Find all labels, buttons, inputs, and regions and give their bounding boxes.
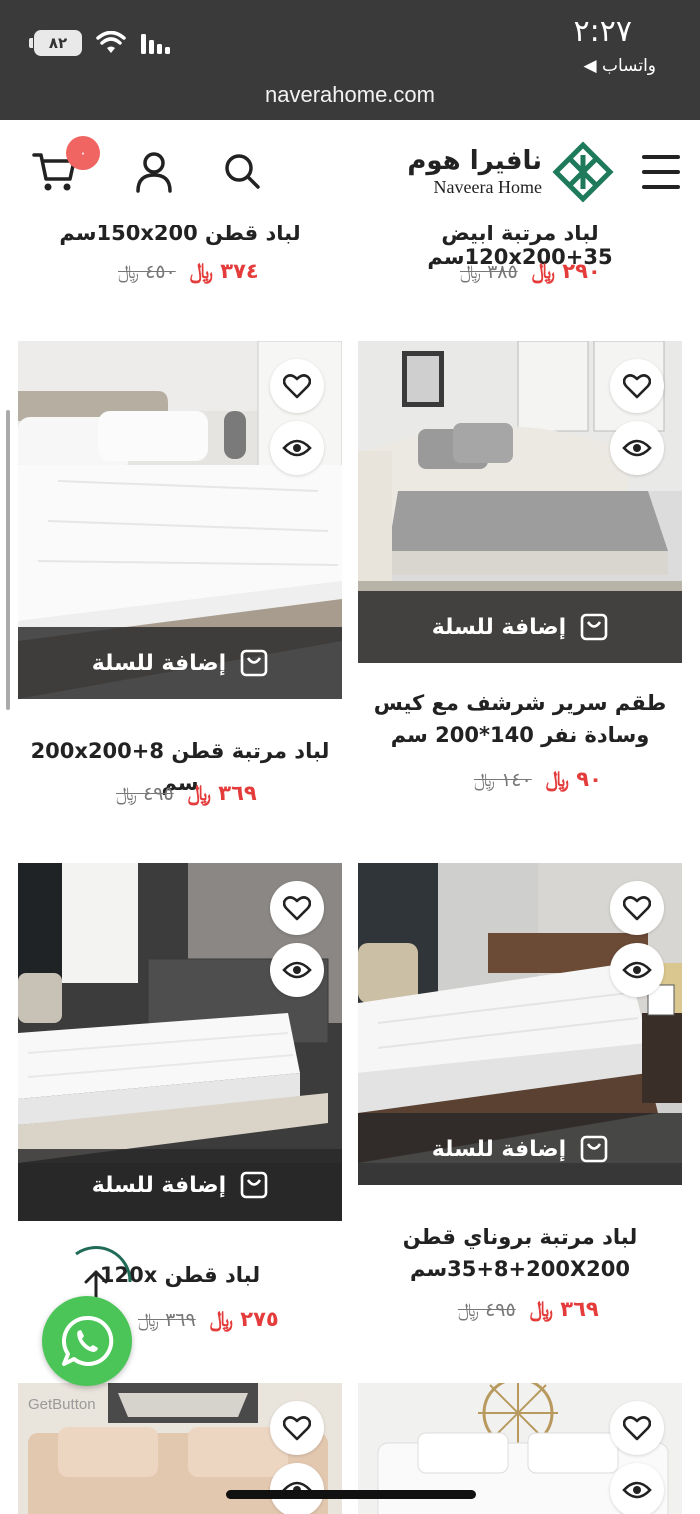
quick-view-button[interactable] xyxy=(610,943,664,997)
price: ٢٩٠ ﷼ xyxy=(531,259,601,283)
price-row: ٢٧٥ ﷼ ٣٦٩ ﷼ xyxy=(138,1307,279,1332)
old-price: ٤٩٥ ﷼ xyxy=(116,782,174,805)
product-title[interactable]: لباد قطن 150x200سم xyxy=(18,225,342,245)
wifi-icon xyxy=(96,31,126,53)
price: ٢٧٥ ﷼ xyxy=(209,1307,279,1331)
add-to-cart-button[interactable]: إضافة للسلة xyxy=(18,627,342,699)
logo-arabic-text: نافيرا هوم xyxy=(407,146,542,176)
bag-icon xyxy=(240,1171,268,1199)
old-price: ٤٩٥ ﷼ xyxy=(458,1298,516,1321)
add-to-cart-button[interactable]: إضافة للسلة xyxy=(358,1113,682,1185)
price: ٣٦٩ ﷼ xyxy=(187,781,257,805)
site-header: نافيرا هوم Naveera Home xyxy=(0,121,700,225)
price-row: ٢٩٠ ﷼ ٣٨٥ ﷼ xyxy=(460,259,601,284)
signal-icon xyxy=(141,34,170,54)
old-price: ١٤٠ ﷼ xyxy=(474,768,532,791)
getbutton-watermark: GetButton xyxy=(28,1396,96,1413)
bag-icon xyxy=(240,649,268,677)
eye-icon xyxy=(622,439,652,457)
product-title[interactable]: لباد مرتبة بروناي قطن 35+8+200X200سم xyxy=(358,1221,682,1285)
heart-icon xyxy=(283,374,311,399)
quick-view-button[interactable] xyxy=(270,943,324,997)
add-to-cart-label: إضافة للسلة xyxy=(91,1172,227,1198)
bag-icon xyxy=(580,1135,608,1163)
whatsapp-icon xyxy=(62,1315,114,1366)
status-bar: ٢:٢٧ ◀ واتساب ٨٢ naverahome.com xyxy=(0,0,700,120)
add-to-wishlist-button[interactable] xyxy=(610,881,664,935)
quick-view-button[interactable] xyxy=(610,421,664,475)
eye-icon xyxy=(282,961,312,979)
eye-icon xyxy=(622,1481,652,1499)
old-price: ٣٦٩ ﷼ xyxy=(138,1308,196,1331)
add-to-wishlist-button[interactable] xyxy=(270,1401,324,1455)
quick-view-button[interactable] xyxy=(610,1463,664,1514)
old-price: ٤٥٠ ﷼ xyxy=(118,260,176,283)
price-row: ٣٦٩ ﷼ ٤٩٥ ﷼ xyxy=(116,781,257,806)
bag-icon xyxy=(580,613,608,641)
page-scrollbar[interactable] xyxy=(6,410,10,710)
status-icons: ٨٢ xyxy=(29,30,172,56)
old-price: ٣٨٥ ﷼ xyxy=(460,260,518,283)
address-bar-url[interactable]: naverahome.com xyxy=(0,82,700,108)
site-logo[interactable]: نافيرا هوم Naveera Home xyxy=(407,141,614,203)
heart-icon xyxy=(623,896,651,921)
battery-icon: ٨٢ xyxy=(29,30,82,56)
add-to-cart-button[interactable]: إضافة للسلة xyxy=(358,591,682,663)
price-row: ٣٧٤ ﷼ ٤٥٠ ﷼ xyxy=(118,259,259,284)
quick-view-button[interactable] xyxy=(270,1463,324,1514)
heart-icon xyxy=(623,374,651,399)
menu-icon[interactable] xyxy=(642,155,680,189)
clock: ٢:٢٧ xyxy=(573,14,632,49)
whatsapp-chat-button[interactable] xyxy=(42,1296,132,1386)
quick-view-button[interactable] xyxy=(270,421,324,475)
add-to-cart-label: إضافة للسلة xyxy=(91,650,227,676)
price-row: ٣٦٩ ﷼ ٤٩٥ ﷼ xyxy=(458,1297,599,1322)
logo-mark-icon xyxy=(552,141,614,203)
product-card[interactable]: إضافة للسلة لباد مرتبة بروناي قطن 35+8+2… xyxy=(358,863,682,1343)
heart-icon xyxy=(283,896,311,921)
add-to-wishlist-button[interactable] xyxy=(270,881,324,935)
price: ٩٠ ﷼ xyxy=(545,767,602,791)
home-indicator[interactable] xyxy=(226,1490,476,1499)
price: ٣٦٩ ﷼ xyxy=(529,1297,599,1321)
product-card[interactable]: إضافة للسلة لباد مرتبة قطن 8+200x200 سم … xyxy=(18,341,342,821)
logo-english-text: Naveera Home xyxy=(433,177,542,197)
eye-icon xyxy=(282,439,312,457)
add-to-cart-button[interactable]: إضافة للسلة xyxy=(18,1149,342,1221)
price: ٣٧٤ ﷼ xyxy=(189,259,259,283)
heart-icon xyxy=(283,1416,311,1441)
add-to-wishlist-button[interactable] xyxy=(610,1401,664,1455)
product-title[interactable]: طقم سرير شرشف مع كيس وسادة نفر 140*200 س… xyxy=(358,687,682,751)
user-icon[interactable] xyxy=(134,151,174,193)
price-row: ٩٠ ﷼ ١٤٠ ﷼ xyxy=(474,767,602,792)
back-to-app-link[interactable]: ◀ واتساب xyxy=(584,56,657,76)
add-to-wishlist-button[interactable] xyxy=(270,359,324,413)
search-icon[interactable] xyxy=(222,151,262,191)
heart-icon xyxy=(623,1416,651,1441)
add-to-cart-label: إضافة للسلة xyxy=(431,1136,567,1162)
add-to-wishlist-button[interactable] xyxy=(610,359,664,413)
product-card[interactable]: إضافة للسلة طقم سرير شرشف مع كيس وسادة ن… xyxy=(358,341,682,821)
cart-count-badge: ٠ xyxy=(66,136,100,170)
eye-icon xyxy=(622,961,652,979)
add-to-cart-label: إضافة للسلة xyxy=(431,614,567,640)
